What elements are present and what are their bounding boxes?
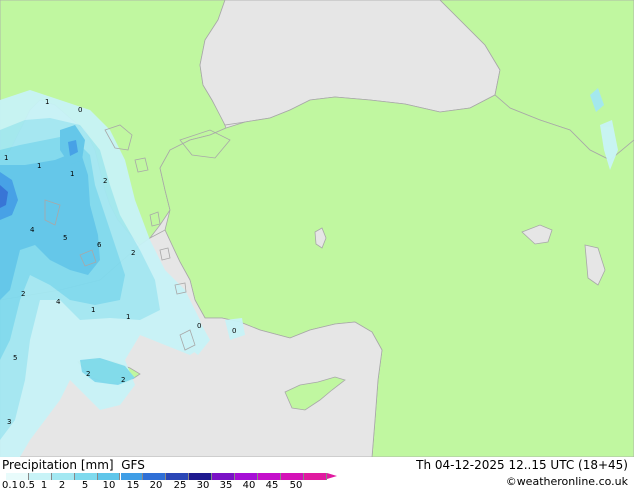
legend-tick-label: 0.5 <box>19 480 35 491</box>
map-label: 2 <box>103 177 107 185</box>
valid-time: Th 04-12-2025 12..15 UTC (18+45) <box>416 458 628 472</box>
legend-tick-label: 25 <box>173 480 187 491</box>
legend-tick-label: 5 <box>81 480 89 491</box>
map-label: 1 <box>4 154 8 162</box>
legend-colorbar <box>6 473 337 480</box>
legend-swatch <box>280 473 304 480</box>
legend-swatch <box>212 473 235 480</box>
map-label: 0 <box>232 327 236 335</box>
legend-arrow <box>326 473 337 479</box>
legend-tick-label: 15 <box>126 480 140 491</box>
map-label: 1 <box>45 98 49 106</box>
map-label: 2 <box>86 370 90 378</box>
map-label: 0 <box>197 322 201 330</box>
legend-swatch <box>51 473 75 480</box>
map-label: 1 <box>70 170 74 178</box>
legend-tick-label: 30 <box>196 480 210 491</box>
legend-swatch <box>120 473 144 480</box>
legend-tick-label: 1 <box>40 480 48 491</box>
title-label: Precipitation [mm] GFS <box>2 458 145 472</box>
map-label: 1 <box>37 162 41 170</box>
legend-swatch <box>97 473 121 480</box>
legend-tick-label: 40 <box>242 480 256 491</box>
legend-swatch <box>189 473 213 480</box>
map-label: 6 <box>97 241 102 249</box>
map-label: 0 <box>78 106 82 114</box>
map-label: 5 <box>13 354 17 362</box>
legend-swatch <box>303 473 327 480</box>
map-label: 4 <box>30 226 35 234</box>
map-label: 1 <box>126 313 130 321</box>
legend-tick-label: 10 <box>102 480 116 491</box>
legend-swatch <box>28 473 52 480</box>
legend-tick-label: 0.1 <box>2 480 18 491</box>
legend-swatch <box>257 473 281 480</box>
title-text: Precipitation [mm] <box>2 458 114 472</box>
legend-tick-label: 35 <box>219 480 233 491</box>
legend-tick-label: 50 <box>289 480 303 491</box>
legend-tick-label: 45 <box>265 480 279 491</box>
map-label: 3 <box>7 418 11 426</box>
legend-swatch <box>166 473 190 480</box>
map-label: 2 <box>131 249 135 257</box>
legend-tick-label: 20 <box>149 480 163 491</box>
legend-tick-label: 2 <box>58 480 66 491</box>
map-label: 2 <box>21 290 25 298</box>
map-label: 1 <box>91 306 95 314</box>
legend-swatch <box>6 473 29 480</box>
credit-text: ©weatheronline.co.uk <box>505 475 628 488</box>
model-text: GFS <box>121 458 145 472</box>
precipitation-map: 1 0 1 1 1 2 4 5 6 2 2 4 1 1 0 0 5 2 2 3 <box>0 0 634 458</box>
map-label: 2 <box>121 376 125 384</box>
legend-swatch <box>235 473 258 480</box>
map-label: 5 <box>63 234 67 242</box>
legend-swatch <box>143 473 167 480</box>
map-label: 4 <box>56 298 61 306</box>
footer-bar: Precipitation [mm] GFS Th 04-12-2025 12.… <box>0 457 634 491</box>
legend-swatch <box>74 473 98 480</box>
map-svg: 1 0 1 1 1 2 4 5 6 2 2 4 1 1 0 0 5 2 2 3 <box>0 0 634 458</box>
